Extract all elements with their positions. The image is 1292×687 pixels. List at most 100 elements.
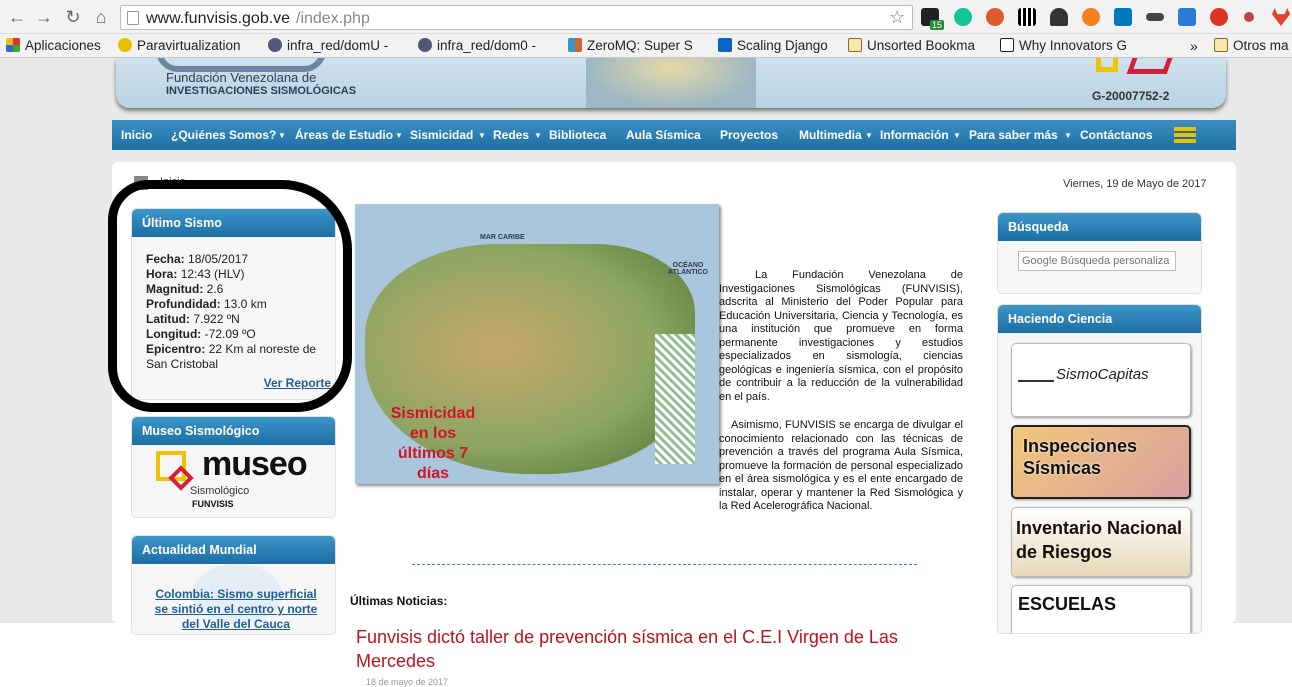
bookmark-unsorted[interactable]: Unsorted Bookma (848, 37, 988, 55)
menu-biblioteca[interactable]: Biblioteca (549, 128, 606, 142)
venezuela-map-image[interactable]: MAR CARIBE OCÉANO ATLÁNTICO Sismicidad e… (355, 204, 719, 484)
bookmark-label: Unsorted Bookma (867, 38, 976, 53)
site-banner: Fundación Venezolana de INVESTIGACIONES … (116, 58, 1226, 108)
actualidad-headline-link[interactable]: Colombia: Sismo superficial se sintió en… (152, 587, 320, 632)
museo-logo-word[interactable]: museo (202, 445, 308, 484)
bookmark-infra-domu[interactable]: infra_red/domU - (268, 37, 406, 55)
todoist-icon[interactable] (1210, 8, 1228, 26)
map-oceano-label: OCÉANO ATLÁNTICO (668, 262, 708, 276)
rif-number: G-20007752-2 (1092, 89, 1170, 103)
github-icon (418, 38, 432, 52)
gitlab-icon[interactable] (1272, 8, 1290, 26)
menu-para-saber-mas[interactable]: Para saber más (969, 128, 1058, 142)
gov-logo-red (1126, 58, 1176, 74)
url-host: www.funvisis.gob.ve (146, 10, 291, 27)
marker-annotation-outline (108, 180, 352, 412)
bookmark-label: ZeroMQ: Super S (587, 38, 693, 53)
back-icon[interactable]: ← (6, 6, 28, 28)
sitemap-icon[interactable] (1174, 127, 1196, 143)
bookmark-why-innovators[interactable]: Why Innovators G (1000, 37, 1140, 55)
menu-multimedia[interactable]: Multimedia (799, 128, 862, 142)
bookmark-label: infra_red/dom0 - (437, 38, 537, 53)
haciendo-ciencia-module: Haciendo Ciencia SismoCapitas Inspeccion… (997, 304, 1202, 634)
antenna-image (586, 58, 756, 108)
extension-badge: 15 (930, 20, 945, 30)
home-icon[interactable]: ⌂ (90, 6, 112, 28)
incognito-icon[interactable] (1146, 13, 1164, 21)
menu-quienes-somos[interactable]: ¿Quiénes Somos? (171, 128, 276, 142)
extension-orange-icon[interactable] (1082, 8, 1100, 26)
dropdown-caret-icon: ▼ (478, 131, 486, 140)
extension-dot-icon[interactable] (1244, 12, 1254, 22)
menu-sismicidad[interactable]: Sismicidad (410, 128, 473, 142)
menu-redes[interactable]: Redes (493, 128, 529, 142)
menu-aula-sismica[interactable]: Aula Sísmica (626, 128, 701, 142)
search-input[interactable] (1018, 251, 1176, 271)
museo-logo-org: FUNVISIS (192, 499, 234, 509)
linkedin-icon (718, 38, 732, 52)
inspecciones-label: Inspecciones Sísmicas (1023, 436, 1138, 478)
dropdown-caret-icon: ▼ (395, 131, 403, 140)
address-bar[interactable]: www.funvisis.gob.ve /index.php ☆ (120, 5, 913, 30)
map-caption: Sismicidad en los últimos 7 días (390, 405, 476, 482)
busqueda-module: Búsqueda (997, 212, 1202, 294)
folder-icon (848, 38, 862, 52)
menu-inicio[interactable]: Inicio (121, 128, 152, 142)
lightbulb-icon (118, 38, 132, 52)
browser-toolbar: ← → ↻ ⌂ www.funvisis.gob.ve /index.php ☆… (0, 0, 1292, 34)
bookmark-label: Why Innovators G (1019, 38, 1128, 53)
extension-fox-icon[interactable] (1050, 8, 1068, 26)
bookmark-label: Paravirtualization (137, 38, 241, 53)
busqueda-title: Búsqueda (998, 213, 1201, 241)
museo-title: Museo Sismológico (132, 417, 335, 445)
gov-logo-yellow (1096, 58, 1118, 72)
star-icon[interactable]: ☆ (889, 7, 905, 28)
menu-areas-estudio[interactable]: Áreas de Estudio (295, 128, 393, 142)
bookmark-scaling-django[interactable]: Scaling Django (718, 37, 840, 55)
bookmark-label: infra_red/domU - (287, 38, 389, 53)
bookmarks-overflow-icon[interactable]: » (1190, 37, 1200, 55)
bookmark-label: Scaling Django (737, 38, 828, 53)
bookmark-label: Aplicaciones (25, 38, 101, 53)
news-headline-link[interactable]: Funvisis dictó taller de prevención sísm… (356, 625, 956, 673)
menu-contactanos[interactable]: Contáctanos (1080, 128, 1153, 142)
grammarly-icon[interactable] (954, 8, 972, 26)
menu-informacion[interactable]: Información (880, 128, 949, 142)
bookmarks-bar: Aplicaciones Paravirtualization infra_re… (0, 34, 1292, 58)
folder-icon (1214, 38, 1228, 52)
bookmark-paravirtualization[interactable]: Paravirtualization (118, 37, 258, 55)
skype-icon[interactable] (1178, 8, 1196, 26)
menu-proyectos[interactable]: Proyectos (720, 128, 778, 142)
escuelas-label: ESCUELAS (1018, 594, 1117, 614)
haciendo-ciencia-title: Haciendo Ciencia (998, 305, 1201, 333)
map-mar-label: MAR CARIBE (480, 234, 525, 241)
forward-icon[interactable]: → (33, 6, 55, 28)
dropdown-caret-icon: ▼ (534, 131, 542, 140)
qr-code-icon[interactable] (1018, 8, 1036, 26)
seismograph-line-icon (1018, 370, 1054, 382)
banner-subtitle: Fundación Venezolana de (166, 70, 317, 85)
bookmark-infra-dom0[interactable]: infra_red/dom0 - (418, 37, 558, 55)
escuelas-banner[interactable]: ESCUELAS (1011, 585, 1191, 633)
nyt-icon (1000, 38, 1014, 52)
content-area: Inicio Viernes, 19 de Mayo de 2017 Últim… (108, 162, 1236, 687)
dropdown-caret-icon: ▼ (953, 131, 961, 140)
bookmark-apps[interactable]: Aplicaciones (6, 37, 101, 55)
reload-icon[interactable]: ↻ (62, 6, 84, 28)
web-page: Fundación Venezolana de INVESTIGACIONES … (0, 58, 1292, 687)
inspecciones-banner[interactable]: Inspecciones Sísmicas (1011, 425, 1191, 499)
sismocapitas-banner[interactable]: SismoCapitas (1011, 343, 1191, 417)
page-icon (127, 11, 139, 25)
github-icon (268, 38, 282, 52)
intro-paragraph-2: Asimismo, FUNVISIS se encarga de divulga… (719, 419, 963, 512)
current-date: Viernes, 19 de Mayo de 2017 (1063, 178, 1207, 190)
trello-icon[interactable] (1114, 8, 1132, 26)
inventario-banner[interactable]: Inventario Nacional de Riesgos (1011, 507, 1191, 577)
ultimas-noticias-label: Últimas Noticias: (350, 594, 448, 608)
bookmark-zeromq[interactable]: ZeroMQ: Super S (568, 37, 708, 55)
sismocapitas-label: SismoCapitas (1056, 366, 1149, 383)
bookmark-other[interactable]: Otros ma (1214, 37, 1292, 55)
actualidad-title: Actualidad Mundial (132, 536, 335, 564)
duckduckgo-icon[interactable] (986, 8, 1004, 26)
dropdown-caret-icon: ▼ (1064, 131, 1072, 140)
